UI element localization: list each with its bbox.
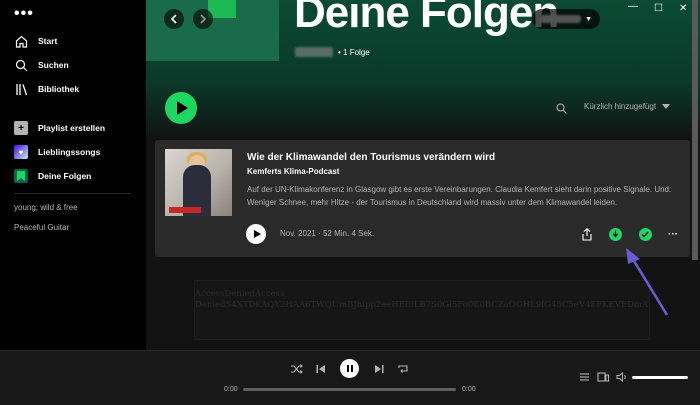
volume-slider[interactable]: [632, 376, 688, 379]
page-title: Deine Folgen: [294, 0, 559, 37]
sort-label: Kürzlich hinzugefügt: [584, 102, 657, 111]
menu-icon[interactable]: •••: [14, 6, 34, 22]
episode-card[interactable]: Wie der Klimawandel den Tourismus veränd…: [155, 140, 690, 257]
shuffle-icon: [291, 364, 303, 374]
podcast-name[interactable]: Kemferts Klima-Podcast: [247, 167, 339, 176]
episode-description: Auf der UN-Klimakonferenz in Glasgow gib…: [247, 185, 672, 207]
shuffle-button[interactable]: [291, 364, 303, 377]
token-line-2: DeniedS4XTDKAQY2HAA6TWQUmBJhipp2eeHEEiLB…: [195, 300, 650, 310]
forward-button[interactable]: [193, 9, 213, 29]
nav-home[interactable]: Start: [14, 32, 57, 50]
volume-icon: [616, 371, 626, 383]
time-current: 0:00: [224, 386, 238, 393]
play-icon: [253, 230, 261, 238]
previous-button[interactable]: [316, 364, 326, 377]
volume-button[interactable]: [616, 371, 628, 385]
more-options-button[interactable]: ···: [665, 226, 681, 242]
chevron-left-icon: [170, 14, 177, 24]
search-in-list-button[interactable]: [556, 101, 567, 119]
repeat-button[interactable]: [397, 364, 409, 377]
queue-button[interactable]: [579, 372, 590, 385]
minimize-button[interactable]: —: [628, 1, 638, 12]
pause-icon: [346, 365, 353, 372]
time-total: 0:00: [462, 386, 476, 393]
download-icon: [608, 227, 622, 241]
episode-cover-image: [165, 149, 232, 216]
back-button[interactable]: [164, 9, 184, 29]
playlist-item[interactable]: Peaceful Guitar: [14, 223, 69, 232]
chevron-down-icon: ▼: [585, 15, 592, 23]
owner-name-blurred: [295, 47, 333, 57]
library-icon: [14, 82, 28, 96]
create-playlist-label: Playlist erstellen: [38, 123, 106, 133]
next-button[interactable]: [374, 364, 384, 377]
username-blurred: [540, 15, 582, 23]
header-background: Deine Folgen: [146, 0, 700, 80]
maximize-button[interactable]: ☐: [654, 3, 663, 14]
your-episodes-item[interactable]: Deine Folgen: [14, 167, 91, 185]
your-episodes-label: Deine Folgen: [38, 171, 92, 181]
repeat-icon: [398, 365, 408, 373]
playlist-item[interactable]: young, wild & free: [14, 203, 78, 212]
episode-meta: Nov. 2021 · 52 Min. 4 Sek.: [280, 229, 375, 238]
create-playlist-button[interactable]: + Playlist erstellen: [14, 119, 105, 137]
check-icon: [638, 227, 652, 241]
main-view: Deine Folgen ▼ — ☐ ✕ • 1 Folge Kürzlich …: [146, 0, 700, 350]
queue-icon: [580, 373, 589, 381]
liked-songs-item[interactable]: ♥ Lieblingssongs: [14, 143, 100, 161]
close-button[interactable]: ✕: [679, 3, 687, 14]
device-icon: [597, 372, 609, 382]
episode-title[interactable]: Wie der Klimawandel den Tourismus veränd…: [247, 152, 495, 163]
share-icon: [582, 227, 592, 241]
devices-button[interactable]: [597, 372, 609, 385]
home-icon: [14, 34, 28, 48]
previous-icon: [316, 365, 325, 373]
download-button[interactable]: [607, 226, 623, 242]
episode-play-button[interactable]: [246, 224, 266, 244]
sort-dropdown[interactable]: Kürzlich hinzugefügt: [584, 102, 671, 111]
nav-library-label: Bibliothek: [38, 84, 80, 94]
access-denied-text: AccessDeniedAccess DeniedS4XTDKAQY2HAA6T…: [194, 280, 650, 340]
nav-library[interactable]: Bibliothek: [14, 80, 79, 98]
nav-home-label: Start: [38, 36, 58, 46]
episode-count: • 1 Folge: [338, 47, 370, 57]
bookmark-icon: [14, 169, 28, 183]
episodes-cover-art: [146, 0, 279, 61]
play-button[interactable]: [165, 92, 197, 124]
heart-icon: ♥: [14, 145, 28, 159]
nav-search-label: Suchen: [38, 60, 69, 70]
user-menu-button[interactable]: ▼: [532, 9, 600, 29]
chevron-right-icon: [200, 14, 207, 24]
progress-bar[interactable]: [243, 388, 456, 391]
sidebar-divider: [14, 193, 131, 194]
scrollbar[interactable]: [692, 0, 698, 260]
spotify-window: ••• Start Suchen Bibliothek + Playlist e…: [0, 0, 700, 405]
search-icon: [556, 103, 567, 114]
pause-button[interactable]: [340, 359, 359, 378]
next-icon: [375, 365, 384, 373]
share-button[interactable]: [579, 226, 595, 242]
token-line-1: AccessDeniedAccess: [195, 289, 285, 299]
search-icon: [14, 58, 28, 72]
owner-row: • 1 Folge: [295, 47, 370, 57]
plus-icon: +: [14, 121, 28, 135]
liked-songs-label: Lieblingssongs: [38, 147, 101, 157]
caret-down-icon: [662, 104, 671, 109]
saved-button[interactable]: [637, 226, 653, 242]
nav-search[interactable]: Suchen: [14, 56, 69, 74]
play-icon: [177, 101, 188, 115]
sidebar: ••• Start Suchen Bibliothek + Playlist e…: [0, 0, 146, 350]
